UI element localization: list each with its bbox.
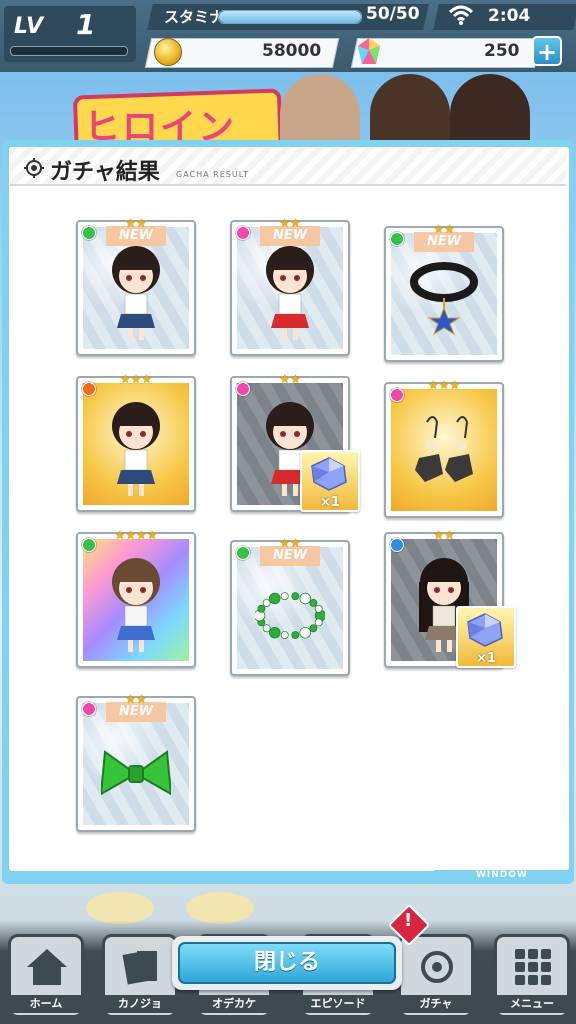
gem-count: 250 bbox=[484, 41, 520, 61]
nav-button-gacha[interactable]: ガチャ bbox=[397, 934, 475, 1018]
nav-label: ガチャ bbox=[397, 995, 475, 1013]
crystal-icon bbox=[311, 457, 347, 491]
cards-icon bbox=[119, 945, 163, 989]
bracelet-icon bbox=[253, 560, 327, 664]
rarity-stars: ★★ bbox=[125, 216, 147, 230]
gem-icon bbox=[358, 38, 380, 64]
result-card[interactable]: NEW ★★ bbox=[230, 216, 350, 356]
character-illustration bbox=[255, 240, 325, 344]
close-button-label: 閉じる bbox=[178, 942, 396, 984]
character-illustration bbox=[101, 240, 171, 344]
stamina-value: 50/50 bbox=[366, 4, 420, 24]
result-card[interactable]: ★★★★ bbox=[76, 528, 196, 668]
stamina-label: スタミナ bbox=[164, 8, 225, 26]
clock: 2:04 bbox=[488, 6, 531, 26]
character-illustration bbox=[101, 396, 171, 500]
nav-button-menu-grid[interactable]: メニュー bbox=[493, 934, 571, 1018]
rarity-stars: ★★ bbox=[125, 692, 147, 706]
coin-count: 58000 bbox=[262, 41, 322, 61]
duplicate-crystal-badge: ×1 bbox=[300, 450, 360, 512]
window-footer-label: WINDOW bbox=[476, 870, 528, 880]
status-bar: LV 1 スタミナ 50/50 2:04 58000 250 + bbox=[0, 0, 576, 72]
nav-label: エピソード bbox=[299, 995, 377, 1013]
result-card[interactable]: NEW ★★ bbox=[384, 222, 504, 362]
rarity-stars: ★★ bbox=[279, 536, 301, 550]
close-button[interactable]: 閉じる bbox=[172, 936, 402, 990]
result-card[interactable]: NEW ★★ bbox=[230, 536, 350, 676]
rarity-stars: ★★★ bbox=[119, 372, 153, 386]
duplicate-count: ×1 bbox=[320, 495, 340, 510]
bow-icon bbox=[99, 716, 173, 820]
rarity-stars: ★★ bbox=[279, 372, 301, 386]
rarity-stars: ★★ bbox=[433, 222, 455, 236]
home-icon bbox=[25, 945, 69, 989]
nav-button-cards[interactable]: カノジョ bbox=[101, 934, 179, 1018]
alert-mark: ! bbox=[404, 910, 413, 931]
crystal-icon bbox=[467, 613, 503, 647]
wifi-icon bbox=[448, 5, 474, 25]
gacha-icon bbox=[415, 945, 459, 989]
stamina-bar-fill bbox=[219, 11, 361, 23]
nav-label: メニュー bbox=[493, 995, 571, 1013]
rarity-stars: ★★★ bbox=[427, 378, 461, 392]
choker-icon bbox=[409, 246, 479, 350]
stamina-bar bbox=[218, 10, 362, 24]
character-illustration bbox=[101, 552, 171, 656]
add-gems-button[interactable]: + bbox=[532, 36, 562, 66]
nav-label: ホーム bbox=[7, 995, 85, 1013]
rarity-stars: ★★ bbox=[279, 216, 301, 230]
nav-button-home[interactable]: ホーム bbox=[7, 934, 85, 1018]
earrings-icon bbox=[409, 402, 479, 506]
nav-label: カノジョ bbox=[101, 995, 179, 1013]
level-label: LV bbox=[14, 14, 45, 39]
result-card[interactable]: NEW ★★ bbox=[76, 692, 196, 832]
duplicate-count: ×1 bbox=[476, 651, 496, 666]
rarity-stars: ★★★★ bbox=[114, 528, 158, 542]
window-title: ガチャ結果 bbox=[50, 160, 160, 185]
result-card[interactable]: NEW ★★ bbox=[76, 216, 196, 356]
result-card[interactable]: ★★★ bbox=[76, 372, 196, 512]
rarity-stars: ★★ bbox=[433, 528, 455, 542]
level-value: 1 bbox=[76, 8, 96, 41]
nav-label: オデカケ bbox=[195, 995, 273, 1013]
exp-bar bbox=[10, 46, 128, 56]
result-card[interactable]: ★★★ bbox=[384, 378, 504, 518]
coin-icon bbox=[154, 38, 182, 66]
menu-grid-icon bbox=[511, 945, 555, 989]
target-icon bbox=[24, 158, 44, 178]
window-subtitle: GACHA RESULT bbox=[176, 170, 249, 179]
duplicate-crystal-badge: ×1 bbox=[456, 606, 516, 668]
